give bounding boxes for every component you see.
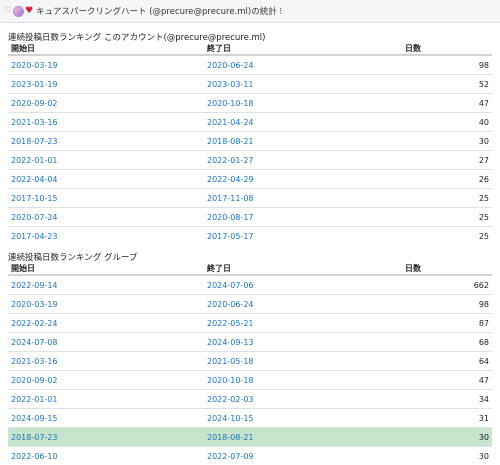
table-row: 2020-09-022020-10-1847 <box>8 94 492 113</box>
start-date-link[interactable]: 2024-09-15 <box>8 409 204 428</box>
table-row: 2020-03-192020-06-2498 <box>8 55 492 75</box>
end-date-link[interactable]: 2023-03-11 <box>204 75 402 94</box>
end-date-link[interactable]: 2022-02-03 <box>204 390 402 409</box>
account-ranking-title: 連続投稿日数ランキング このアカウント(@precure@precure.ml) <box>8 33 492 43</box>
days-value: 25 <box>402 227 492 246</box>
days-value: 34 <box>402 390 492 409</box>
start-date-link[interactable]: 2017-10-15 <box>8 189 204 208</box>
group-ranking-title: 連続投稿日数ランキング グループ <box>8 253 492 263</box>
start-date-link[interactable]: 2022-04-04 <box>8 170 204 189</box>
start-date-link[interactable]: 2023-01-19 <box>8 75 204 94</box>
end-date-link[interactable]: 2020-06-24 <box>204 295 402 314</box>
page-header: ♡ ♥ キュアスパークリングハート (@precure@precure.ml)の… <box>0 0 500 23</box>
end-date-link[interactable]: 2022-07-09 <box>204 447 402 465</box>
table-row: 2017-04-232017-05-1725 <box>8 227 492 246</box>
days-value: 98 <box>402 295 492 314</box>
start-date-link[interactable]: 2021-03-16 <box>8 352 204 371</box>
heart-icon: ♥ <box>25 7 33 16</box>
start-date-link[interactable]: 2020-03-19 <box>8 295 204 314</box>
end-date-link[interactable]: 2020-10-18 <box>204 94 402 113</box>
table-row: 2020-09-022020-10-1847 <box>8 371 492 390</box>
group-ranking-table: 開始日 終了日 日数 2022-09-142024-07-066622020-0… <box>8 263 492 465</box>
days-value: 662 <box>402 275 492 295</box>
table-row: 2020-07-242020-08-1725 <box>8 208 492 227</box>
days-value: 30 <box>402 428 492 447</box>
end-date-link[interactable]: 2021-05-18 <box>204 352 402 371</box>
start-date-link[interactable]: 2021-03-16 <box>8 113 204 132</box>
end-date-link[interactable]: 2018-08-21 <box>204 132 402 151</box>
days-value: 26 <box>402 170 492 189</box>
table-row: 2018-07-232018-08-2130 <box>8 428 492 447</box>
table-row: 2017-10-152017-11-0825 <box>8 189 492 208</box>
start-date-link[interactable]: 2022-02-24 <box>8 314 204 333</box>
days-value: 31 <box>402 409 492 428</box>
start-date-link[interactable]: 2024-07-08 <box>8 333 204 352</box>
days-value: 40 <box>402 113 492 132</box>
start-date-link[interactable]: 2020-07-24 <box>8 208 204 227</box>
column-header-start: 開始日 <box>8 263 204 275</box>
table-row: 2021-03-162021-05-1864 <box>8 352 492 371</box>
days-value: 52 <box>402 75 492 94</box>
column-header-start: 開始日 <box>8 43 204 55</box>
end-date-link[interactable]: 2017-11-08 <box>204 189 402 208</box>
start-date-link[interactable]: 2022-09-14 <box>8 275 204 295</box>
end-date-link[interactable]: 2021-04-24 <box>204 113 402 132</box>
table-row: 2022-01-012022-02-0334 <box>8 390 492 409</box>
start-date-link[interactable]: 2020-03-19 <box>8 55 204 75</box>
table-row: 2022-06-102022-07-0930 <box>8 447 492 465</box>
end-date-link[interactable]: 2020-08-17 <box>204 208 402 227</box>
heart-outline-icon: ♡ <box>4 7 12 16</box>
start-date-link[interactable]: 2020-09-02 <box>8 371 204 390</box>
end-date-link[interactable]: 2022-04-29 <box>204 170 402 189</box>
table-row: 2024-09-152024-10-1531 <box>8 409 492 428</box>
days-value: 87 <box>402 314 492 333</box>
table-row: 2020-03-192020-06-2498 <box>8 295 492 314</box>
days-value: 68 <box>402 333 492 352</box>
column-header-days: 日数 <box>402 43 492 55</box>
end-date-link[interactable]: 2024-09-13 <box>204 333 402 352</box>
start-date-link[interactable]: 2022-06-10 <box>8 447 204 465</box>
account-ranking-table: 開始日 終了日 日数 2020-03-192020-06-24982023-01… <box>8 43 492 245</box>
days-value: 25 <box>402 189 492 208</box>
end-date-link[interactable]: 2022-01-27 <box>204 151 402 170</box>
table-row: 2022-01-012022-01-2727 <box>8 151 492 170</box>
start-date-link[interactable]: 2022-01-01 <box>8 151 204 170</box>
column-header-days: 日数 <box>402 263 492 275</box>
table-row: 2018-07-232018-08-2130 <box>8 132 492 151</box>
days-value: 47 <box>402 94 492 113</box>
table-header-row: 開始日 終了日 日数 <box>8 43 492 55</box>
avatar <box>13 6 24 17</box>
end-date-link[interactable]: 2024-10-15 <box>204 409 402 428</box>
start-date-link[interactable]: 2017-04-23 <box>8 227 204 246</box>
end-date-link[interactable]: 2022-05-21 <box>204 314 402 333</box>
table-row: 2024-07-082024-09-1368 <box>8 333 492 352</box>
start-date-link[interactable]: 2020-09-02 <box>8 94 204 113</box>
header-icons: ♡ ♥ <box>4 6 33 17</box>
end-date-link[interactable]: 2024-07-06 <box>204 275 402 295</box>
days-value: 47 <box>402 371 492 390</box>
days-value: 98 <box>402 55 492 75</box>
start-date-link[interactable]: 2018-07-23 <box>8 132 204 151</box>
end-date-link[interactable]: 2018-08-21 <box>204 428 402 447</box>
table-header-row: 開始日 終了日 日数 <box>8 263 492 275</box>
days-value: 30 <box>402 132 492 151</box>
days-value: 64 <box>402 352 492 371</box>
table-row: 2022-02-242022-05-2187 <box>8 314 492 333</box>
days-value: 27 <box>402 151 492 170</box>
column-header-end: 終了日 <box>204 43 402 55</box>
end-date-link[interactable]: 2020-10-18 <box>204 371 402 390</box>
table-row: 2021-03-162021-04-2440 <box>8 113 492 132</box>
start-date-link[interactable]: 2022-01-01 <box>8 390 204 409</box>
table-row: 2022-09-142024-07-06662 <box>8 275 492 295</box>
column-header-end: 終了日 <box>204 263 402 275</box>
table-row: 2023-01-192023-03-1152 <box>8 75 492 94</box>
end-date-link[interactable]: 2020-06-24 <box>204 55 402 75</box>
days-value: 25 <box>402 208 492 227</box>
days-value: 30 <box>402 447 492 465</box>
page-title: キュアスパークリングハート (@precure@precure.ml)の統計 ⁝ <box>36 5 282 17</box>
start-date-link[interactable]: 2018-07-23 <box>8 428 204 447</box>
table-row: 2022-04-042022-04-2926 <box>8 170 492 189</box>
end-date-link[interactable]: 2017-05-17 <box>204 227 402 246</box>
